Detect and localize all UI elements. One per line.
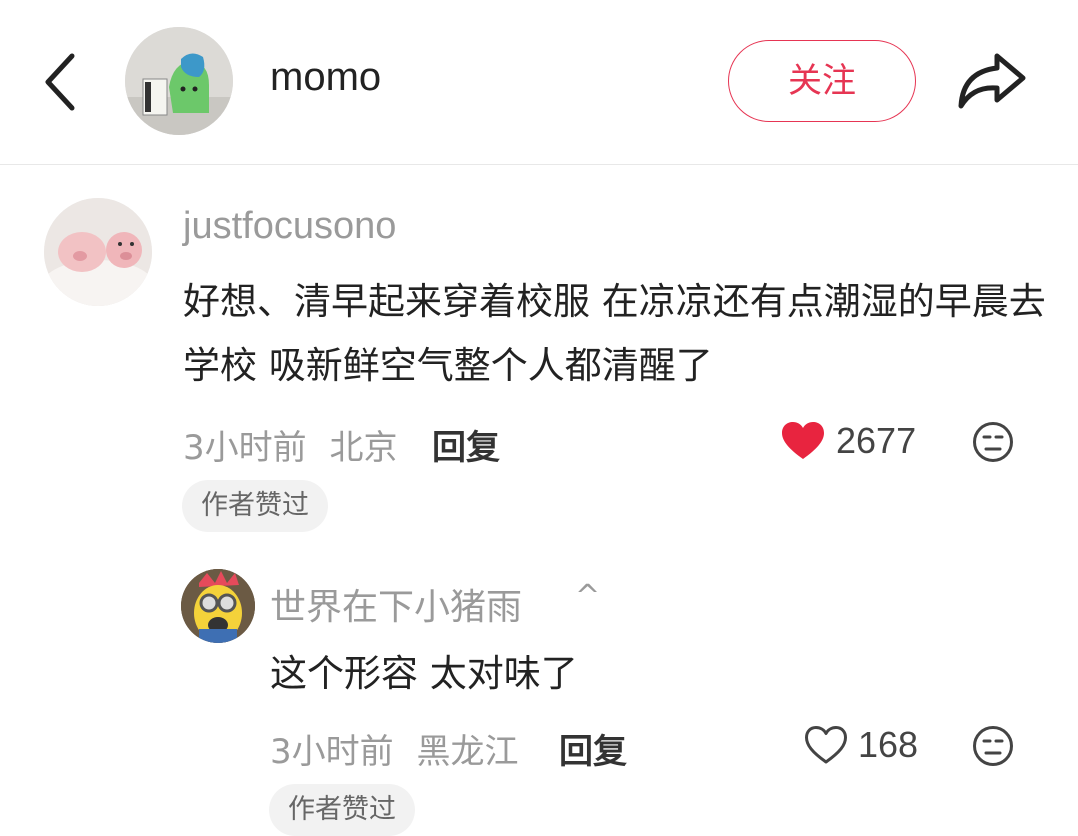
comment-time: 3小时前 bbox=[183, 428, 307, 468]
reply-author-liked-badge: 作者赞过 bbox=[269, 784, 415, 836]
commenter-avatar[interactable] bbox=[44, 198, 152, 306]
comment-like-button[interactable] bbox=[781, 421, 825, 465]
reply-to-caret-icon: ^ bbox=[575, 579, 601, 614]
follow-button[interactable]: 关注 bbox=[728, 40, 916, 122]
reply-time: 3小时前 bbox=[270, 732, 394, 772]
share-button[interactable] bbox=[955, 50, 1027, 112]
meh-face-icon bbox=[973, 422, 1013, 462]
comment-reply-button[interactable]: 回复 bbox=[432, 420, 500, 469]
comment-meta: 3小时前 北京 bbox=[183, 420, 397, 469]
header-bar: momo 关注 bbox=[0, 0, 1078, 165]
commenter-username[interactable]: justfocusono bbox=[183, 205, 396, 248]
reply-dislike-button[interactable] bbox=[972, 725, 1014, 767]
comment-text: 好想、清早起来穿着校服 在凉凉还有点潮湿的早晨去学校 吸新鲜空气整个人都清醒了 bbox=[183, 280, 1046, 387]
chevron-left-icon bbox=[45, 53, 75, 111]
share-arrow-icon bbox=[958, 53, 1026, 109]
author-username[interactable]: momo bbox=[270, 55, 381, 100]
reply-meta: 3小时前 黑龙江 bbox=[270, 724, 518, 773]
replier-avatar[interactable] bbox=[181, 569, 255, 643]
reply-reply-button[interactable]: 回复 bbox=[559, 724, 627, 773]
reply-like-button[interactable] bbox=[804, 725, 848, 769]
comment-dislike-button[interactable] bbox=[972, 421, 1014, 463]
back-button[interactable] bbox=[38, 50, 82, 114]
reply-text: 这个形容 太对味了 bbox=[270, 652, 578, 695]
comment-location: 北京 bbox=[329, 428, 398, 468]
author-avatar[interactable] bbox=[125, 27, 233, 135]
reply-location: 黑龙江 bbox=[416, 732, 519, 772]
heart-outline-icon bbox=[805, 726, 847, 764]
reply-like-count: 168 bbox=[858, 724, 919, 765]
heart-filled-icon bbox=[782, 422, 824, 459]
author-liked-badge: 作者赞过 bbox=[182, 480, 328, 532]
comment-like-count: 2677 bbox=[836, 420, 917, 461]
replier-username[interactable]: 世界在下小猪雨 bbox=[270, 578, 522, 630]
meh-face-icon bbox=[973, 726, 1013, 766]
